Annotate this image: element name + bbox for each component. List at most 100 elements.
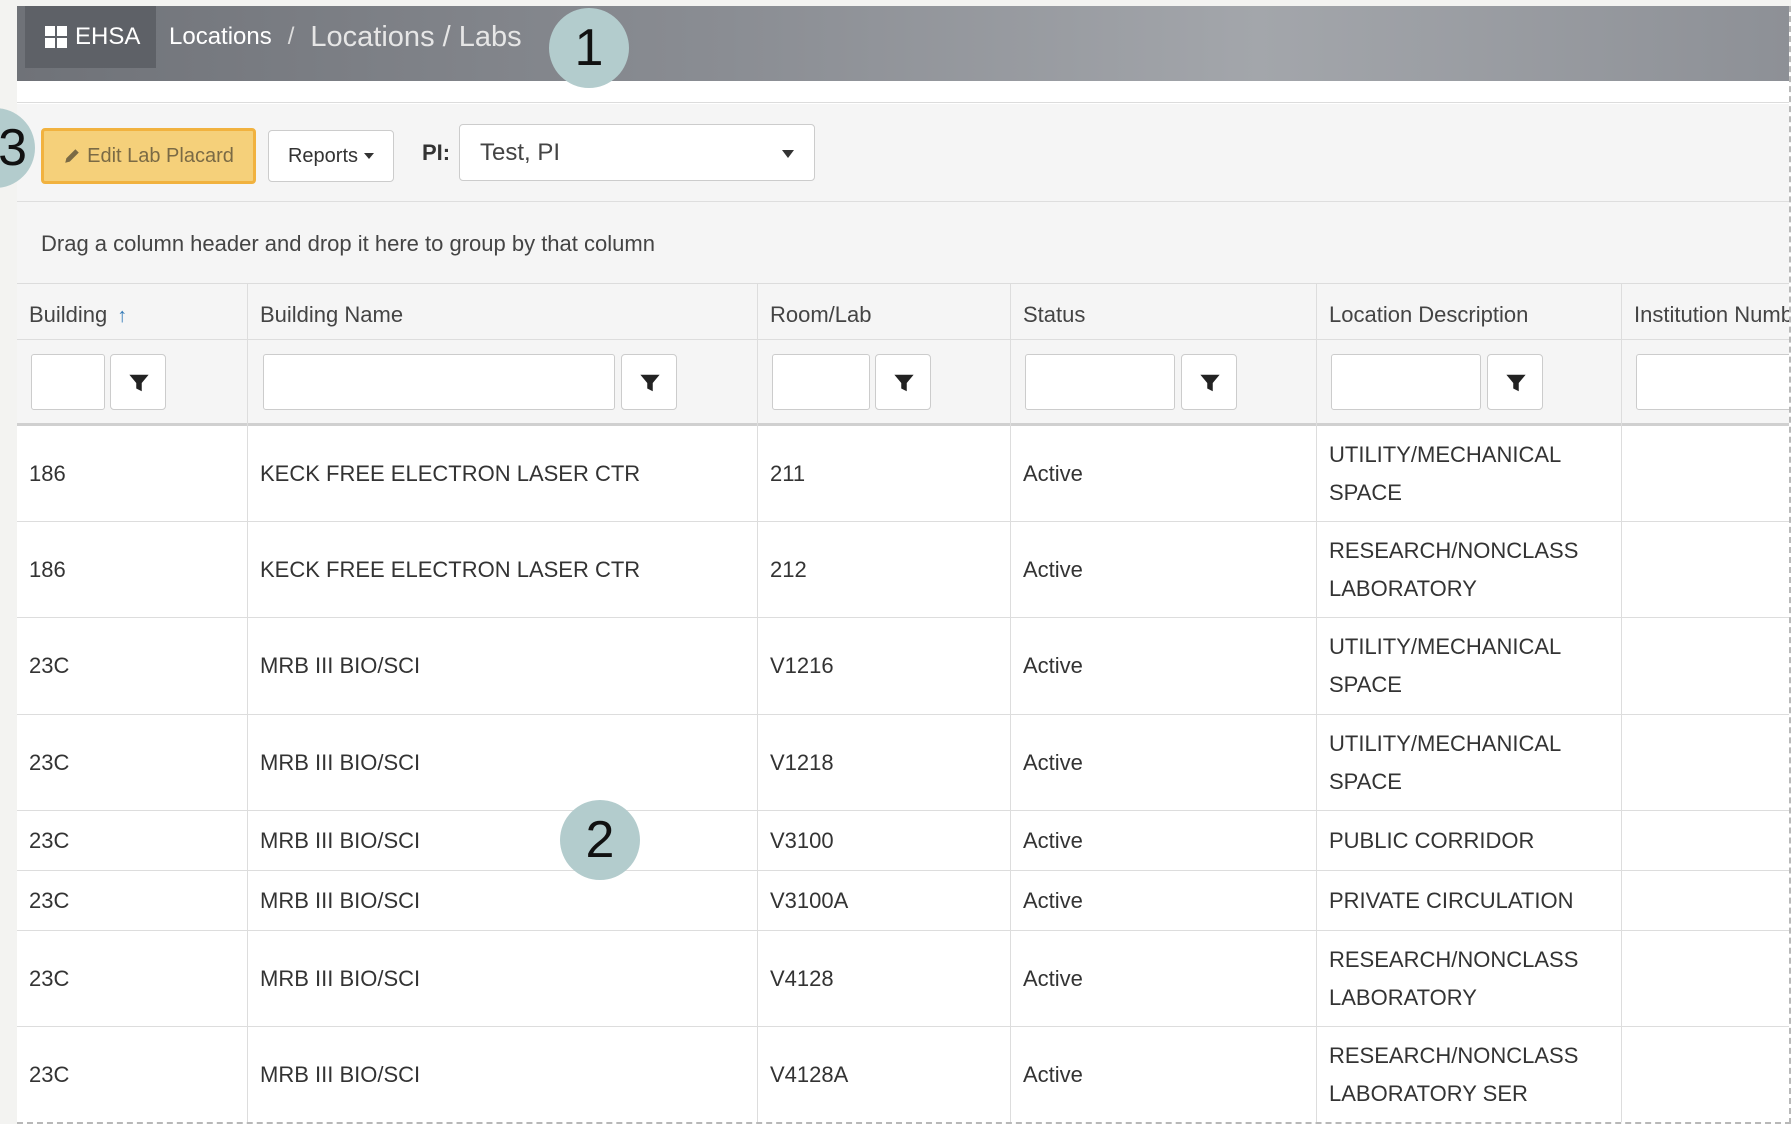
cell-building: 23C <box>29 1062 70 1087</box>
cell-status: Active <box>1010 811 1316 870</box>
cell-institution-number <box>1621 618 1789 714</box>
cell-location-description: PUBLIC CORRIDOR <box>1316 811 1621 870</box>
column-header-room-lab[interactable]: Room/Lab <box>757 284 1010 340</box>
column-header-label: Room/Lab <box>770 302 872 327</box>
cell-institution-number <box>1621 811 1789 870</box>
filter-cell-building <box>17 340 247 426</box>
table-row[interactable]: 186 KECK FREE ELECTRON LASER CTR 211 Act… <box>17 426 1789 522</box>
cell-status: Active <box>1010 871 1316 930</box>
edit-lab-placard-label: Edit Lab Placard <box>87 144 234 167</box>
description-line: RESEARCH/NONCLASS <box>1329 946 1579 972</box>
table-row[interactable]: 23C MRB III BIO/SCI V4128 Active RESEARC… <box>17 931 1789 1027</box>
cell-building-name: MRB III BIO/SCI <box>247 871 757 930</box>
reports-dropdown-button[interactable]: Reports <box>268 130 394 182</box>
description-line: LABORATORY <box>1329 575 1477 601</box>
header-strip <box>17 81 1789 103</box>
filter-icon <box>129 374 149 392</box>
column-header-label: Institution Number <box>1634 302 1789 327</box>
filter-button-building-name[interactable] <box>621 354 677 410</box>
cell-building-name: MRB III BIO/SCI <box>247 715 757 810</box>
cell-status: Active <box>1010 1027 1316 1122</box>
table-row[interactable]: 23C MRB III BIO/SCI V3100 Active PUBLIC … <box>17 811 1789 871</box>
group-hint: Drag a column header and drop it here to… <box>41 231 655 256</box>
cell-room-lab: 211 <box>757 426 1010 521</box>
filter-input-building-name[interactable] <box>263 354 615 410</box>
cell-room-lab: V1218 <box>757 715 1010 810</box>
caret-down-icon <box>364 153 375 159</box>
filter-icon <box>1506 374 1526 392</box>
column-header-building[interactable]: Building ↑ <box>17 284 247 340</box>
cell-building: 186 <box>29 556 66 582</box>
cell-building-name: MRB III BIO/SCI <box>247 1027 757 1122</box>
table-row[interactable]: 23C MRB III BIO/SCI V1218 Active UTILITY… <box>17 715 1789 811</box>
table-row[interactable]: 23C MRB III BIO/SCI V1216 Active UTILITY… <box>17 618 1789 715</box>
grid-icon <box>45 26 67 48</box>
cell-location-description: RESEARCH/NONCLASS LABORATORY SER <box>1316 1027 1621 1122</box>
app-name: EHSA <box>75 23 141 50</box>
group-drop-zone[interactable]: Drag a column header and drop it here to… <box>17 202 1789 284</box>
column-header-status[interactable]: Status <box>1010 284 1316 340</box>
filter-button-status[interactable] <box>1181 354 1237 410</box>
cell-status: Active <box>1010 426 1316 521</box>
cell-building: 23C <box>29 827 70 853</box>
column-header-institution-number[interactable]: Institution Number <box>1621 284 1789 340</box>
description-line: SPACE <box>1329 479 1402 505</box>
description-line: SPACE <box>1329 768 1402 794</box>
cell-institution-number <box>1621 522 1789 617</box>
breadcrumb: Locations / Locations / Labs <box>169 6 522 68</box>
cell-location-description: UTILITY/MECHANICAL SPACE <box>1316 618 1621 714</box>
column-header-location-description[interactable]: Location Description <box>1316 284 1621 340</box>
breadcrumb-locations[interactable]: Locations <box>169 23 272 51</box>
app-brand[interactable]: EHSA <box>25 6 157 68</box>
filter-cell-status <box>1010 340 1316 426</box>
pi-label: PI: <box>422 140 451 165</box>
filter-button-building[interactable] <box>110 354 166 410</box>
table-row[interactable]: 23C MRB III BIO/SCI V4128A Active RESEAR… <box>17 1027 1789 1122</box>
page-title: Locations / Labs <box>310 20 522 53</box>
cell-building-name: MRB III BIO/SCI <box>247 931 757 1026</box>
cell-location-description: UTILITY/MECHANICAL SPACE <box>1316 715 1621 810</box>
cell-room-lab: V1216 <box>757 618 1010 714</box>
filter-input-status[interactable] <box>1025 354 1175 410</box>
cell-building: 23C <box>29 965 70 991</box>
cell-institution-number <box>1621 871 1789 930</box>
cell-building: 23C <box>29 887 70 913</box>
column-header-building-name[interactable]: Building Name <box>247 284 757 340</box>
pencil-icon <box>65 149 79 163</box>
filter-cell-location-description <box>1316 340 1621 426</box>
top-navbar: EHSA Locations / Locations / Labs <box>17 6 1789 81</box>
cell-building: 23C <box>29 653 70 678</box>
edit-lab-placard-button[interactable]: Edit Lab Placard <box>41 128 256 184</box>
cell-room-lab: 212 <box>757 522 1010 617</box>
toolbar: Edit Lab Placard Reports PI: Test, PI <box>17 104 1789 202</box>
cell-institution-number <box>1621 715 1789 810</box>
filter-input-building[interactable] <box>31 354 105 410</box>
pi-select[interactable]: Test, PI <box>459 124 815 181</box>
description-line: UTILITY/MECHANICAL <box>1329 730 1562 756</box>
description-line: LABORATORY <box>1329 984 1477 1010</box>
filter-button-location-description[interactable] <box>1487 354 1543 410</box>
cell-building-name: KECK FREE ELECTRON LASER CTR <box>247 426 757 521</box>
filter-icon <box>640 374 660 392</box>
filter-button-room-lab[interactable] <box>875 354 931 410</box>
cell-institution-number <box>1621 426 1789 521</box>
table-row[interactable]: 186 KECK FREE ELECTRON LASER CTR 212 Act… <box>17 522 1789 618</box>
description-line: SPACE <box>1329 672 1402 697</box>
column-header-label: Location Description <box>1329 302 1529 327</box>
cell-status: Active <box>1010 618 1316 714</box>
pi-selected-value: Test, PI <box>480 138 561 166</box>
table-row[interactable]: 23C MRB III BIO/SCI V3100A Active PRIVAT… <box>17 871 1789 931</box>
cell-room-lab: V3100A <box>757 871 1010 930</box>
cell-status: Active <box>1010 715 1316 810</box>
cell-room-lab: V4128A <box>757 1027 1010 1122</box>
filter-cell-room-lab <box>757 340 1010 426</box>
description-line: RESEARCH/NONCLASS <box>1329 537 1579 563</box>
description-line: UTILITY/MECHANICAL <box>1329 441 1562 467</box>
callout-marker-1: 1 <box>549 8 629 88</box>
cell-location-description: RESEARCH/NONCLASS LABORATORY <box>1316 522 1621 617</box>
filter-input-location-description[interactable] <box>1331 354 1481 410</box>
app-frame: EHSA Locations / Locations / Labs Edit L… <box>17 6 1791 1124</box>
cell-institution-number <box>1621 1027 1789 1122</box>
filter-input-room-lab[interactable] <box>772 354 870 410</box>
filter-input-institution-number[interactable] <box>1636 354 1789 410</box>
